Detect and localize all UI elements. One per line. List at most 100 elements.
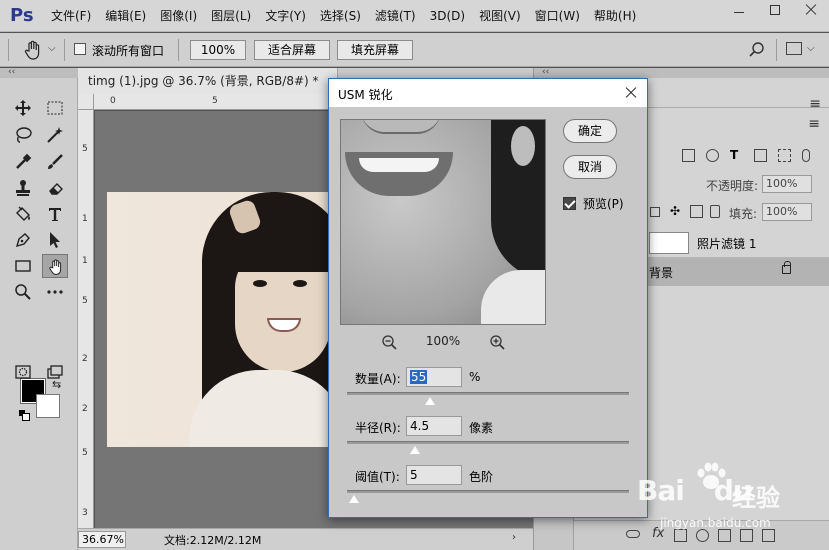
lock-artboard-icon[interactable]	[690, 205, 703, 218]
lock-all-icon[interactable]	[710, 205, 720, 218]
radius-input[interactable]: 4.5	[406, 416, 462, 436]
paint-bucket-tool[interactable]	[10, 202, 36, 226]
path-selection-icon	[50, 232, 60, 248]
layer-mask-thumbnail[interactable]	[649, 232, 689, 254]
preview-teeth	[359, 158, 439, 172]
ruler-tick-label: 2	[82, 404, 88, 414]
default-colors-icon[interactable]	[19, 410, 30, 421]
zoom-in-icon[interactable]	[489, 334, 505, 350]
workspace-chevron-icon[interactable]: ⌵	[807, 43, 815, 54]
more-tools[interactable]	[42, 280, 68, 304]
screen-mode-button[interactable]	[42, 360, 68, 384]
lock-image-icon[interactable]	[650, 207, 660, 217]
tools-panel: ‹‹ ⇆	[0, 68, 78, 550]
fill-field[interactable]: 100%	[762, 203, 812, 221]
marquee-tool[interactable]	[42, 96, 68, 120]
stamp-tool[interactable]	[10, 176, 36, 200]
lock-position-icon[interactable]: ✣	[670, 205, 683, 218]
filter-type-icon[interactable]: T	[730, 149, 743, 162]
hand-tool-icon[interactable]	[22, 39, 44, 61]
zoom-100-button[interactable]: 100%	[190, 40, 246, 60]
tools-collapse-icon[interactable]: ‹‹	[0, 68, 78, 78]
close-window-button[interactable]	[793, 0, 829, 22]
preview-ear	[511, 126, 535, 166]
menu-file[interactable]: 文件(F)	[44, 0, 98, 32]
lasso-tool[interactable]	[10, 123, 36, 147]
zoom-tool[interactable]	[10, 280, 36, 304]
magic-wand-tool[interactable]	[42, 123, 68, 147]
filter-adjustment-icon[interactable]	[706, 149, 719, 162]
layers-panel-menu-icon[interactable]: ≡	[808, 116, 820, 132]
ellipsis-icon	[47, 290, 63, 294]
hand-tool[interactable]	[42, 254, 68, 278]
workspace-icon[interactable]	[786, 42, 802, 55]
radius-slider-track[interactable]	[347, 441, 629, 444]
fit-screen-button[interactable]: 适合屏幕	[254, 40, 330, 60]
amount-slider-track[interactable]	[347, 392, 629, 395]
layer-name: 照片滤镜 1	[697, 237, 757, 251]
path-selection-tool[interactable]	[42, 228, 68, 252]
filter-pixel-icon[interactable]	[682, 149, 695, 162]
minimize-button[interactable]	[721, 0, 757, 22]
amount-slider-thumb[interactable]	[425, 397, 435, 405]
close-icon[interactable]	[623, 85, 639, 101]
tool-preset-chevron-icon[interactable]: ⌵	[48, 43, 56, 54]
document-tab[interactable]: timg (1).jpg @ 36.7% (背景, RGB/8#) *	[78, 68, 338, 94]
ruler-origin[interactable]	[78, 94, 94, 110]
amount-input[interactable]: 55	[406, 367, 462, 387]
radius-label: 半径(R):	[355, 421, 401, 435]
filter-toggle-icon[interactable]	[802, 149, 810, 162]
preview-checkbox[interactable]	[563, 197, 576, 210]
radius-slider-thumb[interactable]	[410, 446, 420, 454]
background-color-swatch[interactable]	[36, 394, 60, 418]
eyedropper-tool[interactable]	[10, 150, 36, 174]
baidu-watermark: Bai du 经验 jingyan.baidu.com	[632, 460, 822, 540]
dialog-title-bar[interactable]: USM 锐化	[329, 79, 647, 107]
opacity-field[interactable]: 100%	[762, 175, 812, 193]
filter-smart-object-icon[interactable]	[778, 149, 791, 162]
menu-type[interactable]: 文字(Y)	[258, 0, 313, 32]
menu-help[interactable]: 帮助(H)	[587, 0, 643, 32]
scroll-all-windows-label: 滚动所有窗口	[92, 44, 165, 58]
filter-shape-icon[interactable]	[754, 149, 767, 162]
brush-tool[interactable]	[42, 150, 68, 174]
maximize-button[interactable]	[757, 0, 793, 22]
move-tool[interactable]	[10, 96, 36, 120]
fill-screen-button[interactable]: 填充屏幕	[337, 40, 413, 60]
rectangle-tool[interactable]	[10, 254, 36, 278]
status-bar: 36.67% 文档:2.12M/2.12M ›	[78, 528, 533, 550]
scroll-all-windows-checkbox[interactable]	[74, 43, 86, 55]
menu-filter[interactable]: 滤镜(T)	[368, 0, 423, 32]
menu-select[interactable]: 选择(S)	[313, 0, 368, 32]
document-info[interactable]: 文档:2.12M/2.12M	[164, 532, 261, 548]
status-menu-arrow-icon[interactable]: ›	[512, 532, 516, 543]
ok-button[interactable]: 确定	[563, 119, 617, 143]
document-image[interactable]	[107, 192, 347, 447]
threshold-slider-thumb[interactable]	[349, 495, 359, 503]
lock-icon	[782, 261, 791, 274]
search-icon[interactable]	[748, 41, 766, 59]
zoom-level-field[interactable]: 36.67%	[78, 531, 126, 548]
threshold-input[interactable]: 5	[406, 465, 462, 485]
eraser-icon	[49, 183, 63, 195]
menu-layer[interactable]: 图层(L)	[204, 0, 258, 32]
pen-tool[interactable]	[10, 228, 36, 252]
ruler-tick-label: 2	[82, 354, 88, 364]
threshold-label: 阈值(T):	[355, 470, 400, 484]
menu-view[interactable]: 视图(V)	[472, 0, 528, 32]
menu-edit[interactable]: 编辑(E)	[98, 0, 153, 32]
type-tool[interactable]	[42, 202, 68, 226]
zoom-out-icon[interactable]	[381, 334, 397, 350]
options-grip[interactable]	[8, 39, 9, 61]
cancel-button[interactable]: 取消	[563, 155, 617, 179]
preview-checkbox-label[interactable]: 预览(P)	[583, 195, 624, 212]
menu-window[interactable]: 窗口(W)	[528, 0, 587, 32]
menu-3d[interactable]: 3D(D)	[423, 0, 472, 32]
eraser-tool[interactable]	[42, 176, 68, 200]
threshold-slider-track[interactable]	[347, 490, 629, 493]
panel-collapse-icon[interactable]: ‹‹	[534, 68, 829, 78]
menu-image[interactable]: 图像(I)	[153, 0, 204, 32]
filter-preview[interactable]	[340, 119, 546, 325]
vertical-ruler[interactable]: 5 1 1 5 2 2 5 3	[78, 110, 94, 528]
quick-mask-button[interactable]	[10, 360, 36, 384]
